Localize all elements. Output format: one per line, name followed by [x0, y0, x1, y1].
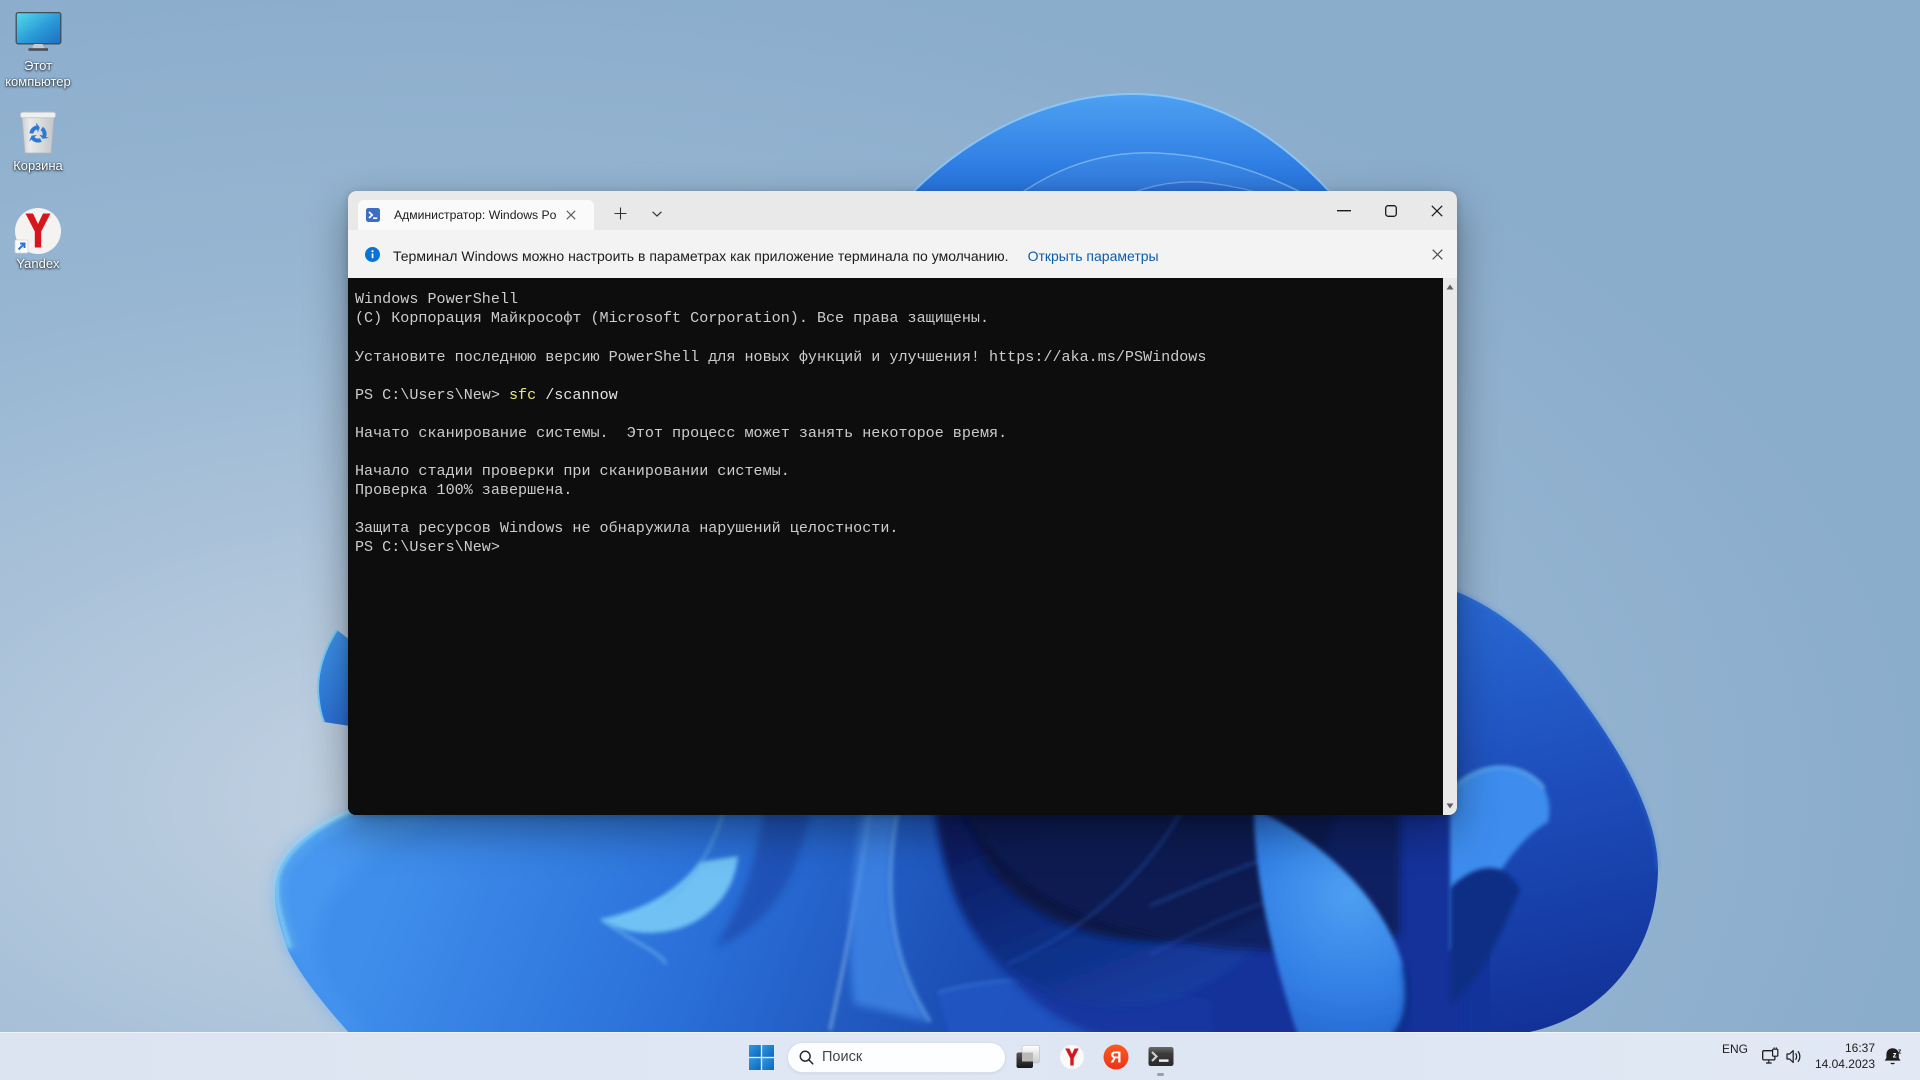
svg-text:z: z	[1893, 1050, 1897, 1059]
svg-text:z: z	[1898, 1049, 1902, 1056]
svg-text:Я: Я	[1110, 1050, 1121, 1067]
